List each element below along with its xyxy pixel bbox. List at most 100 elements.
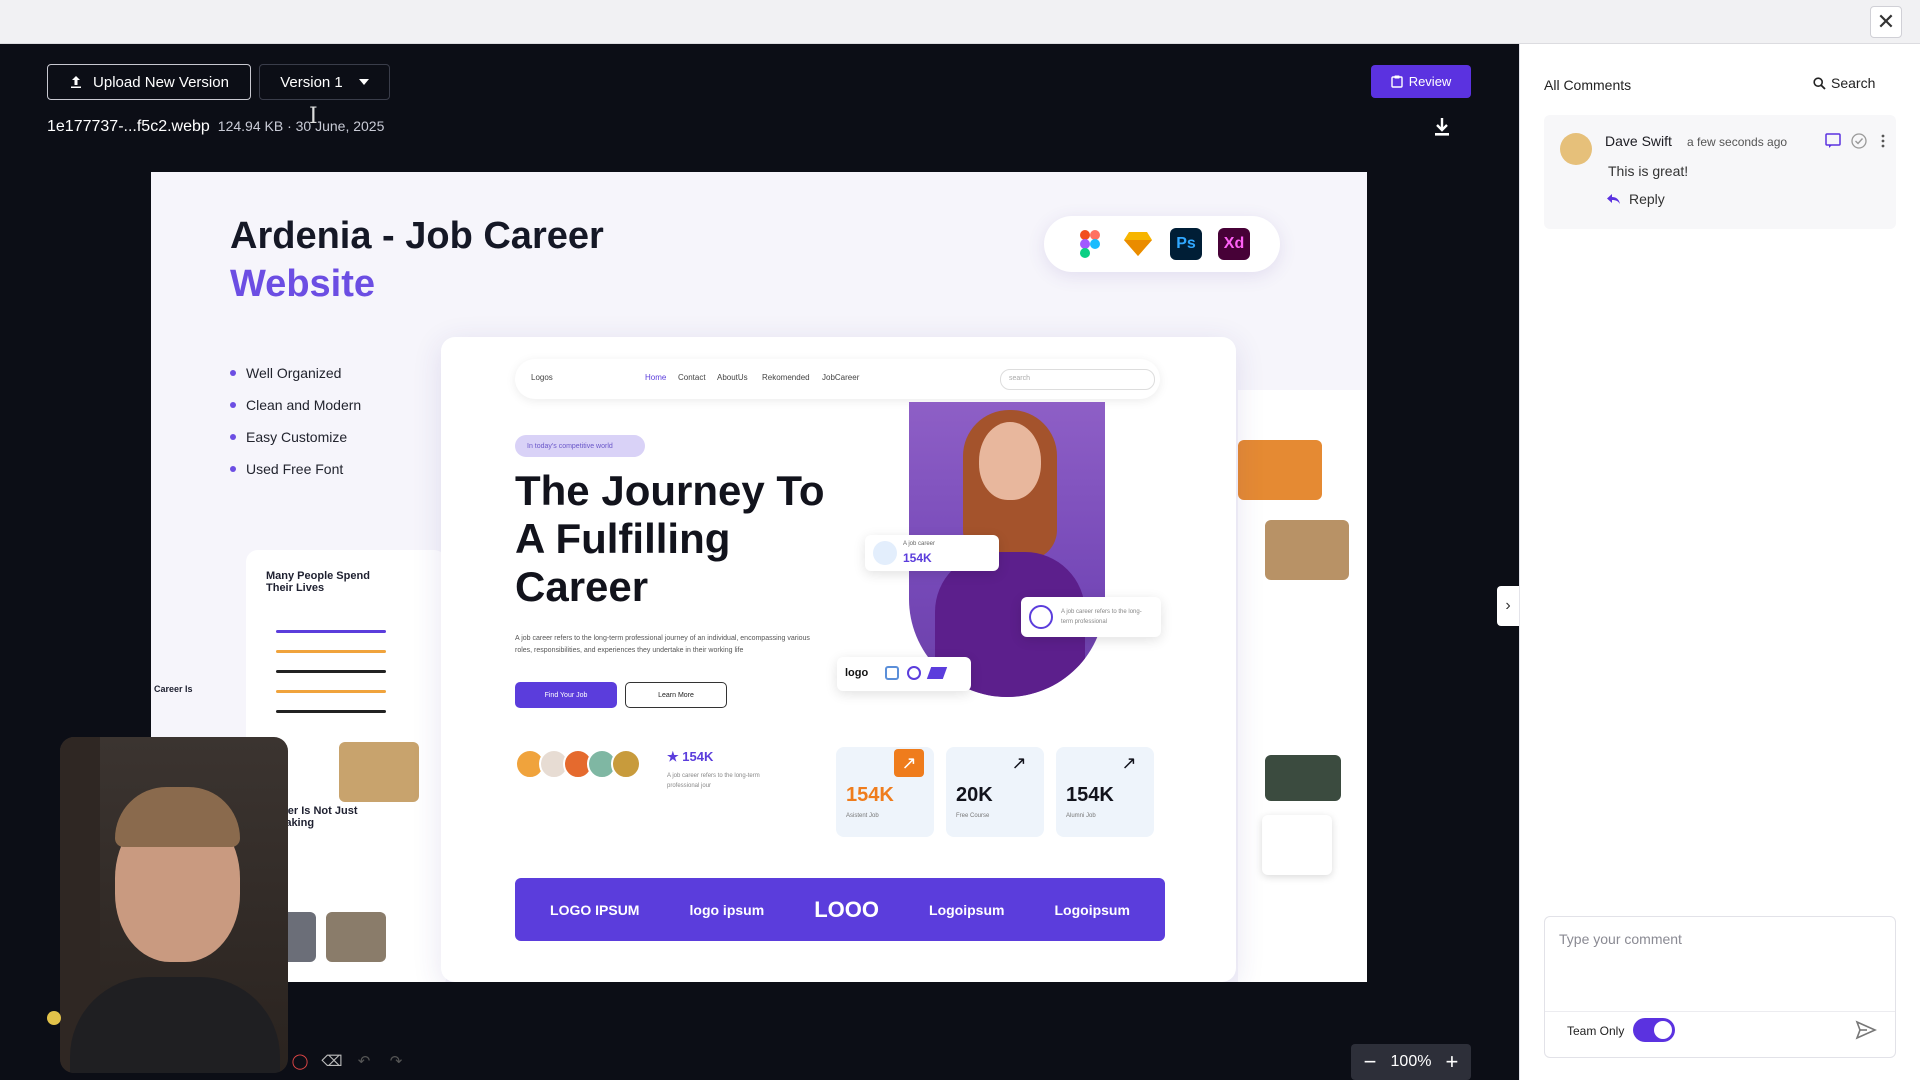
kpi-label: Asistent Job xyxy=(846,813,879,819)
redo-icon[interactable]: ↷ xyxy=(387,1052,405,1070)
version-dropdown[interactable]: Version 1 xyxy=(259,64,390,100)
mockup-navbar: Logos Home Contact AboutUs Rekomended Jo… xyxy=(515,359,1160,399)
comment-composer: Team Only xyxy=(1544,916,1896,1058)
close-button[interactable]: ✕ xyxy=(1870,6,1902,38)
badge-value: 154K xyxy=(903,551,932,565)
preview-title-line1: Ardenia - Job Career xyxy=(230,215,604,257)
mockup-badge-card: A job career refers to the long-term pro… xyxy=(1021,597,1161,637)
arrow-up-right-icon: ↗ xyxy=(1011,752,1027,773)
preview-title: Ardenia - Job Career Website xyxy=(230,212,604,308)
arrow-up-right-icon: ↗ xyxy=(894,749,924,777)
team-only-toggle[interactable] xyxy=(1633,1018,1675,1042)
mockup-find-job-button: Find Your Job xyxy=(515,682,617,708)
mockup-hero-title: The Journey To A Fulfilling Career xyxy=(515,467,825,610)
feature-item: Used Free Font xyxy=(230,453,361,485)
zoom-control: − 100% + xyxy=(1351,1044,1471,1080)
comment-item: Dave Swift a few seconds ago This is gre… xyxy=(1544,115,1896,229)
feature-item: Clean and Modern xyxy=(230,389,361,421)
download-icon xyxy=(1029,605,1053,629)
progress-bar xyxy=(276,670,386,673)
annotation-icon[interactable] xyxy=(1824,132,1842,150)
comment-input[interactable] xyxy=(1559,931,1879,1001)
comments-heading: All Comments xyxy=(1544,77,1632,93)
mockup-kpi-card: ↗ 154K Alumni Job xyxy=(1056,747,1154,837)
arrow-up-right-icon: ↗ xyxy=(1121,752,1137,773)
download-icon[interactable] xyxy=(1432,116,1452,138)
more-options-icon[interactable] xyxy=(1874,132,1892,150)
mockup-pill-tag: In today's competitive world xyxy=(515,435,645,457)
mockup-nav-about: AboutUs xyxy=(717,373,748,382)
text-cursor-icon: I xyxy=(309,104,318,129)
mockup-kpi-card: ↗ 20K Free Course xyxy=(946,747,1044,837)
upload-icon xyxy=(71,76,82,88)
mockup-logo: Logos xyxy=(531,373,553,382)
badge-text: A job career refers to the long-term pro… xyxy=(1061,609,1142,625)
comments-panel: All Comments Search Dave Swift a few sec… xyxy=(1519,44,1920,1080)
preview-title-line2: Website xyxy=(230,263,376,305)
zoom-out-button[interactable]: − xyxy=(1361,1049,1379,1075)
mockup-logo-strip: LOGO IPSUM logo ipsum LOOO Logoipsum Log… xyxy=(515,878,1165,941)
avatar xyxy=(611,749,641,779)
version-label: Version 1 xyxy=(280,73,343,91)
presenter-video[interactable] xyxy=(60,737,288,1073)
left-card-title: Many People Spend Their Lives xyxy=(266,570,370,594)
resolve-check-icon[interactable] xyxy=(1850,132,1868,150)
chevron-down-icon xyxy=(358,79,369,85)
circle-tool-icon[interactable]: ◯ xyxy=(291,1052,309,1070)
xd-icon: Xd xyxy=(1218,228,1250,260)
reply-button[interactable]: Reply xyxy=(1606,191,1665,207)
progress-bar xyxy=(276,690,386,693)
feature-item: Well Organized xyxy=(230,357,361,389)
progress-bar xyxy=(276,710,386,713)
partner-logo: LOOO xyxy=(814,896,879,922)
mockup-nav-contact: Contact xyxy=(678,373,706,382)
comment-text: This is great! xyxy=(1608,163,1689,179)
mockup-hero-description: A job career refers to the long-term pro… xyxy=(515,635,810,654)
mockup-nav-home: Home xyxy=(645,373,667,382)
file-meta: 1e177737-...f5c2.webp 124.94 KB · 30 Jun… xyxy=(47,118,384,136)
team-only-label: Team Only xyxy=(1567,1024,1625,1038)
thumbnail-image xyxy=(1265,755,1341,801)
mockup-badge-card: A job career 154K xyxy=(865,535,999,571)
eraser-icon[interactable]: ⌫ xyxy=(321,1052,342,1070)
photoshop-icon: Ps xyxy=(1170,228,1202,260)
clipboard-icon xyxy=(1390,75,1403,88)
thumbnail-image xyxy=(326,912,386,962)
mockup-nav-recommended: Rekomended xyxy=(762,373,810,382)
comment-time: a few seconds ago xyxy=(1687,135,1788,149)
review-label: Review xyxy=(1408,74,1452,89)
mockup-avatar-group xyxy=(515,749,641,779)
openai-icon xyxy=(873,541,897,565)
review-button[interactable]: Review xyxy=(1371,65,1471,98)
partner-logo: logo ipsum xyxy=(689,901,765,918)
app-icon xyxy=(926,667,948,679)
partner-logo: Logoipsum xyxy=(1054,901,1130,918)
mockup-nav-jobcareer: JobCareer xyxy=(822,373,860,382)
reply-icon xyxy=(1607,194,1620,204)
mockup-learn-more-button: Learn More xyxy=(625,682,727,708)
kpi-value: 154K xyxy=(846,784,894,806)
zoom-in-button[interactable]: + xyxy=(1443,1049,1461,1075)
mockup-rating-desc: A job career refers to the long-term pro… xyxy=(667,773,760,789)
kpi-value: 20K xyxy=(956,784,993,806)
app-icon xyxy=(885,666,899,680)
upload-new-version-button[interactable]: Upload New Version xyxy=(47,64,251,100)
comments-search-button[interactable]: Search xyxy=(1813,75,1875,91)
feature-item: Easy Customize xyxy=(230,421,361,453)
zoom-level: 100% xyxy=(1390,1053,1432,1070)
progress-bar xyxy=(276,630,386,633)
avatar xyxy=(1560,133,1592,165)
chevron-right-icon: › xyxy=(1505,597,1511,614)
tool-icons: Ps Xd xyxy=(1044,216,1280,272)
thumbnail-image xyxy=(339,742,419,802)
app-icon xyxy=(907,666,921,680)
undo-icon[interactable]: ↶ xyxy=(355,1052,373,1070)
mockup-logos-card: logo xyxy=(837,657,971,691)
sidebar-toggle-button[interactable]: › xyxy=(1497,586,1519,626)
partner-logo: LOGO IPSUM xyxy=(550,901,640,918)
sketch-icon xyxy=(1122,228,1154,260)
progress-bar xyxy=(276,650,386,653)
design-preview[interactable]: Ardenia - Job Career Website Well Organi… xyxy=(151,172,1367,982)
send-icon[interactable] xyxy=(1855,1019,1877,1041)
upload-label: Upload New Version xyxy=(93,73,229,91)
